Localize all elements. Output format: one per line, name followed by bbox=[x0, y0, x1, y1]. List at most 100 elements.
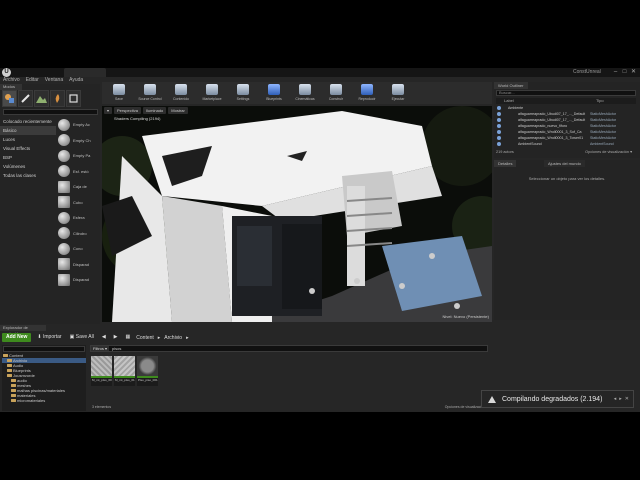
filters-button[interactable]: Filtros ▾ bbox=[91, 346, 110, 351]
menu-file[interactable]: Archivo bbox=[3, 77, 20, 84]
tree-item[interactable]: micromateriales bbox=[2, 398, 86, 403]
asset-tile[interactable]: Piso_piso_001 bbox=[137, 356, 158, 386]
close-icon[interactable]: ✕ bbox=[625, 396, 629, 402]
place-item[interactable]: Esfera bbox=[56, 210, 100, 226]
forward-button[interactable]: ▶ bbox=[112, 333, 120, 342]
minimize-button[interactable]: – bbox=[612, 69, 619, 76]
unreal-logo-icon: U bbox=[2, 68, 11, 77]
visibility-eye-icon[interactable] bbox=[497, 106, 501, 110]
place-item[interactable]: Disparad bbox=[56, 272, 100, 288]
back-button[interactable]: ◀ bbox=[100, 333, 108, 342]
next-icon[interactable]: ▸ bbox=[619, 396, 622, 402]
place-item[interactable]: Cilindro bbox=[56, 226, 100, 242]
world-settings-tab[interactable]: Ajustes del mundo bbox=[544, 160, 585, 167]
folder-search-input[interactable] bbox=[3, 346, 85, 352]
add-new-button[interactable]: Add New bbox=[2, 333, 32, 342]
play-button[interactable]: Reproducir bbox=[352, 82, 382, 104]
visibility-eye-icon[interactable] bbox=[497, 136, 501, 140]
foliage-mode-icon[interactable] bbox=[50, 90, 65, 107]
outliner-search-input[interactable]: Buscar... bbox=[496, 90, 636, 96]
build-button[interactable]: Construir bbox=[321, 82, 351, 104]
empty-pawn-icon bbox=[58, 149, 70, 162]
trigger-icon bbox=[58, 273, 70, 286]
geometry-mode-icon[interactable] bbox=[66, 90, 81, 107]
mode-icon-row bbox=[2, 90, 98, 109]
category-volumes[interactable]: Volúmenes bbox=[0, 162, 56, 171]
category-visual-effects[interactable]: Visual Effects bbox=[0, 144, 56, 153]
previous-icon[interactable]: ◂ bbox=[614, 396, 617, 402]
category-all-classes[interactable]: Todas las clases bbox=[0, 171, 56, 180]
content-button[interactable]: Contenido bbox=[166, 82, 196, 104]
project-name: ConstUnreal bbox=[573, 69, 601, 75]
place-item[interactable]: Empty Ac bbox=[56, 117, 100, 133]
cinematics-button[interactable]: Cinemáticas bbox=[290, 82, 320, 104]
level-label: Nivel: Nuevo (Persistente) bbox=[442, 314, 489, 319]
save-button[interactable]: Save bbox=[104, 82, 134, 104]
breadcrumb-content[interactable]: Content bbox=[136, 335, 154, 341]
paint-mode-icon[interactable] bbox=[18, 90, 33, 107]
outliner-footer: 219 actors Opciones de visualización ▾ bbox=[496, 149, 636, 155]
folder-icon bbox=[11, 384, 16, 387]
asset-search-input[interactable]: pisos bbox=[112, 346, 121, 351]
visibility-eye-icon[interactable] bbox=[497, 118, 501, 122]
visibility-eye-icon[interactable] bbox=[497, 124, 501, 128]
breadcrumb-separator: ▸ bbox=[157, 334, 161, 341]
lit-mode-button[interactable]: Iluminado bbox=[142, 107, 167, 114]
perspective-button[interactable]: Perspectiva bbox=[114, 107, 141, 114]
category-recent[interactable]: Colocado recientemente bbox=[0, 117, 56, 126]
place-item[interactable]: Empty Ch bbox=[56, 133, 100, 149]
outliner-view-options-button[interactable]: Opciones de visualización ▾ bbox=[585, 149, 632, 155]
visibility-eye-icon[interactable] bbox=[497, 112, 501, 116]
label-column-header[interactable]: Label bbox=[504, 98, 514, 104]
level-viewport[interactable]: ▾ Perspectiva Iluminado Mostrar Shaders … bbox=[102, 106, 492, 322]
empty-actor-icon bbox=[58, 118, 70, 131]
viewport-options-button[interactable]: ▾ bbox=[104, 107, 113, 114]
cone-icon bbox=[58, 242, 70, 255]
content-browser-panel: Explorador de contenido Add New ⬇ Import… bbox=[0, 325, 494, 412]
outliner-row[interactable]: AmbientSound AmbientSound bbox=[496, 141, 636, 147]
landscape-mode-icon[interactable] bbox=[34, 90, 49, 107]
place-mode-icon[interactable] bbox=[2, 90, 17, 107]
build-icon bbox=[330, 84, 342, 95]
folder-icon bbox=[7, 374, 12, 377]
asset-tile[interactable]: M_mt_piso_00 bbox=[91, 356, 112, 386]
settings-button[interactable]: Settings bbox=[228, 82, 258, 104]
marketplace-button[interactable]: Marketplace bbox=[197, 82, 227, 104]
place-item[interactable]: Empty Pa bbox=[56, 148, 100, 164]
menu-help[interactable]: Ayuda bbox=[69, 77, 83, 84]
category-bsp[interactable]: BSP bbox=[0, 153, 56, 162]
details-tab[interactable]: Detalles bbox=[494, 160, 517, 167]
visibility-eye-icon[interactable] bbox=[497, 142, 501, 146]
notification-text: Compilando degradados (2.194) bbox=[502, 395, 603, 403]
menu-window[interactable]: Ventana bbox=[45, 77, 63, 84]
menu-edit[interactable]: Editar bbox=[26, 77, 39, 84]
launch-button[interactable]: Ejecutar bbox=[383, 82, 413, 104]
folder-icon bbox=[7, 359, 12, 362]
blueprint-icon bbox=[268, 84, 280, 95]
content-browser-tab[interactable]: Explorador de contenido bbox=[0, 325, 46, 336]
folder-icon[interactable]: ▦ bbox=[124, 333, 133, 342]
place-item[interactable]: Esf. estó bbox=[56, 164, 100, 180]
breadcrumb-archivio[interactable]: Archivio bbox=[164, 335, 182, 341]
import-button[interactable]: ⬇ Importar bbox=[35, 333, 63, 342]
level-tab[interactable] bbox=[64, 68, 106, 77]
show-button[interactable]: Mostrar bbox=[168, 107, 188, 114]
place-item[interactable]: Caja de bbox=[56, 179, 100, 195]
close-button[interactable]: ✕ bbox=[630, 69, 637, 76]
category-basic[interactable]: Básico bbox=[0, 126, 56, 135]
modes-search-input[interactable] bbox=[3, 109, 98, 115]
unreal-editor-window: U ConstUnreal – □ ✕ Archivo Editar Venta… bbox=[0, 68, 640, 412]
maximize-button[interactable]: □ bbox=[621, 69, 628, 76]
place-item[interactable]: Cono bbox=[56, 241, 100, 257]
type-column-header[interactable]: Tipo bbox=[596, 98, 604, 104]
source-control-button[interactable]: Source Control bbox=[135, 82, 165, 104]
place-item[interactable]: Cubo bbox=[56, 195, 100, 211]
place-item[interactable]: Disparad bbox=[56, 257, 100, 273]
blueprints-button[interactable]: Blueprints bbox=[259, 82, 289, 104]
visibility-eye-icon[interactable] bbox=[497, 130, 501, 134]
outliner-tab[interactable]: World Outliner bbox=[494, 82, 528, 89]
save-all-button[interactable]: ▣ Save All bbox=[68, 333, 96, 342]
modes-panel: Modos Colocado recientemente Básico Luce… bbox=[0, 84, 100, 324]
asset-tile[interactable]: M_mt_piso_01 bbox=[114, 356, 135, 386]
category-lights[interactable]: Luces bbox=[0, 135, 56, 144]
